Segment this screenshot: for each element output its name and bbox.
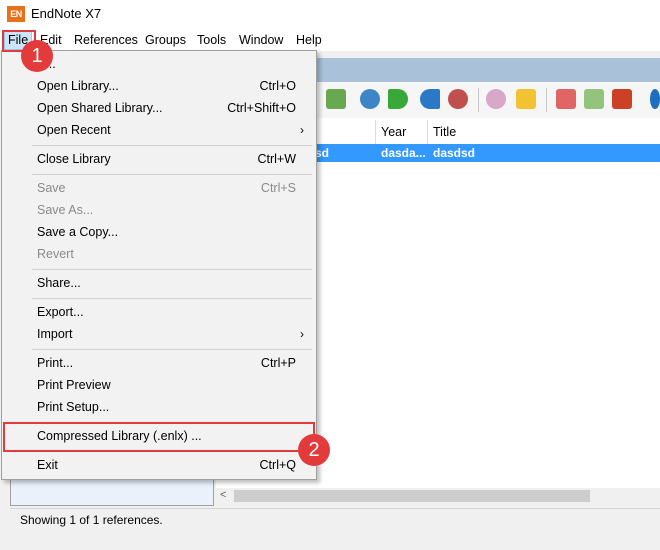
window-title: EndNote X7 bbox=[31, 6, 102, 21]
scrollbar-thumb[interactable] bbox=[234, 490, 590, 502]
menu-help[interactable]: Help bbox=[293, 32, 325, 49]
menu-item-save[interactable]: Save bbox=[37, 181, 66, 195]
menu-item-revert[interactable]: Revert bbox=[37, 247, 74, 261]
menu-item-open-library[interactable]: Open Library... bbox=[37, 79, 119, 93]
new-reference-icon[interactable] bbox=[326, 89, 346, 109]
submenu-arrow-icon: › bbox=[300, 123, 304, 137]
menu-separator bbox=[32, 145, 312, 146]
shortcut-close-library: Ctrl+W bbox=[257, 152, 296, 166]
menu-tools[interactable]: Tools bbox=[194, 32, 229, 49]
insert-citation-icon[interactable] bbox=[556, 89, 576, 109]
step-2-badge: 2 bbox=[298, 434, 330, 466]
menu-item-print[interactable]: Print... bbox=[37, 356, 73, 370]
column-separator bbox=[375, 120, 376, 144]
import-icon[interactable] bbox=[388, 89, 408, 109]
menu-item-open-shared-library[interactable]: Open Shared Library... bbox=[37, 101, 163, 115]
menu-item-print-preview[interactable]: Print Preview bbox=[37, 378, 111, 392]
menu-item-close-library[interactable]: Close Library bbox=[37, 152, 111, 166]
shortcut-open-shared-library: Ctrl+Shift+O bbox=[227, 101, 296, 115]
menu-references[interactable]: References bbox=[71, 32, 141, 49]
online-search-icon[interactable] bbox=[360, 89, 380, 109]
menu-item-share[interactable]: Share... bbox=[37, 276, 81, 290]
export-icon[interactable] bbox=[420, 89, 440, 109]
toolbar-separator bbox=[546, 88, 547, 112]
shortcut-exit: Ctrl+Q bbox=[259, 458, 296, 472]
menu-item-import[interactable]: Import bbox=[37, 327, 72, 341]
find-full-text-icon[interactable] bbox=[448, 89, 468, 109]
menu-separator bbox=[32, 269, 312, 270]
menu-item-save-as[interactable]: Save As... bbox=[37, 203, 93, 217]
toolbar-separator bbox=[478, 88, 479, 112]
shortcut-print: Ctrl+P bbox=[260, 356, 296, 370]
sync-icon[interactable] bbox=[486, 89, 506, 109]
format-bibliography-icon[interactable] bbox=[584, 89, 604, 109]
menu-groups[interactable]: Groups bbox=[142, 32, 189, 49]
shortcut-open-library: Ctrl+O bbox=[259, 79, 296, 93]
row-year-cell: dasda... bbox=[381, 146, 426, 160]
status-text: Showing 1 of 1 references. bbox=[20, 513, 163, 527]
submenu-arrow-icon: › bbox=[300, 327, 304, 341]
file-menu-dropdown: w... Open Library... Ctrl+O Open Shared … bbox=[1, 50, 317, 480]
compressed-library-highlight-box bbox=[3, 422, 315, 452]
title-bar: EN EndNote X7 bbox=[0, 0, 660, 30]
menu-window[interactable]: Window bbox=[236, 32, 286, 49]
menu-separator bbox=[32, 174, 312, 175]
step-1-badge: 1 bbox=[21, 40, 53, 72]
menu-item-open-recent[interactable]: Open Recent bbox=[37, 123, 111, 137]
word-processor-icon[interactable] bbox=[612, 89, 632, 109]
menu-item-exit[interactable]: Exit bbox=[37, 458, 58, 472]
menu-item-save-a-copy[interactable]: Save a Copy... bbox=[37, 225, 118, 239]
column-title[interactable]: Title bbox=[433, 120, 456, 144]
menu-item-print-setup[interactable]: Print Setup... bbox=[37, 400, 109, 414]
column-year[interactable]: Year bbox=[381, 120, 406, 144]
endnote-app-icon: EN bbox=[7, 6, 25, 22]
scroll-left-arrow-icon[interactable]: < bbox=[220, 489, 226, 501]
help-globe-icon[interactable] bbox=[650, 89, 660, 109]
column-separator bbox=[427, 120, 428, 144]
row-title-cell: dasdsd bbox=[433, 146, 476, 160]
shortcut-save: Ctrl+S bbox=[260, 181, 296, 195]
open-folder-icon[interactable] bbox=[516, 89, 536, 109]
row-author-cell: sd bbox=[315, 146, 330, 160]
menu-bar: File Edit References Groups Tools Window… bbox=[0, 30, 660, 51]
menu-item-export[interactable]: Export... bbox=[37, 305, 84, 319]
menu-separator bbox=[32, 349, 312, 350]
menu-separator bbox=[32, 298, 312, 299]
